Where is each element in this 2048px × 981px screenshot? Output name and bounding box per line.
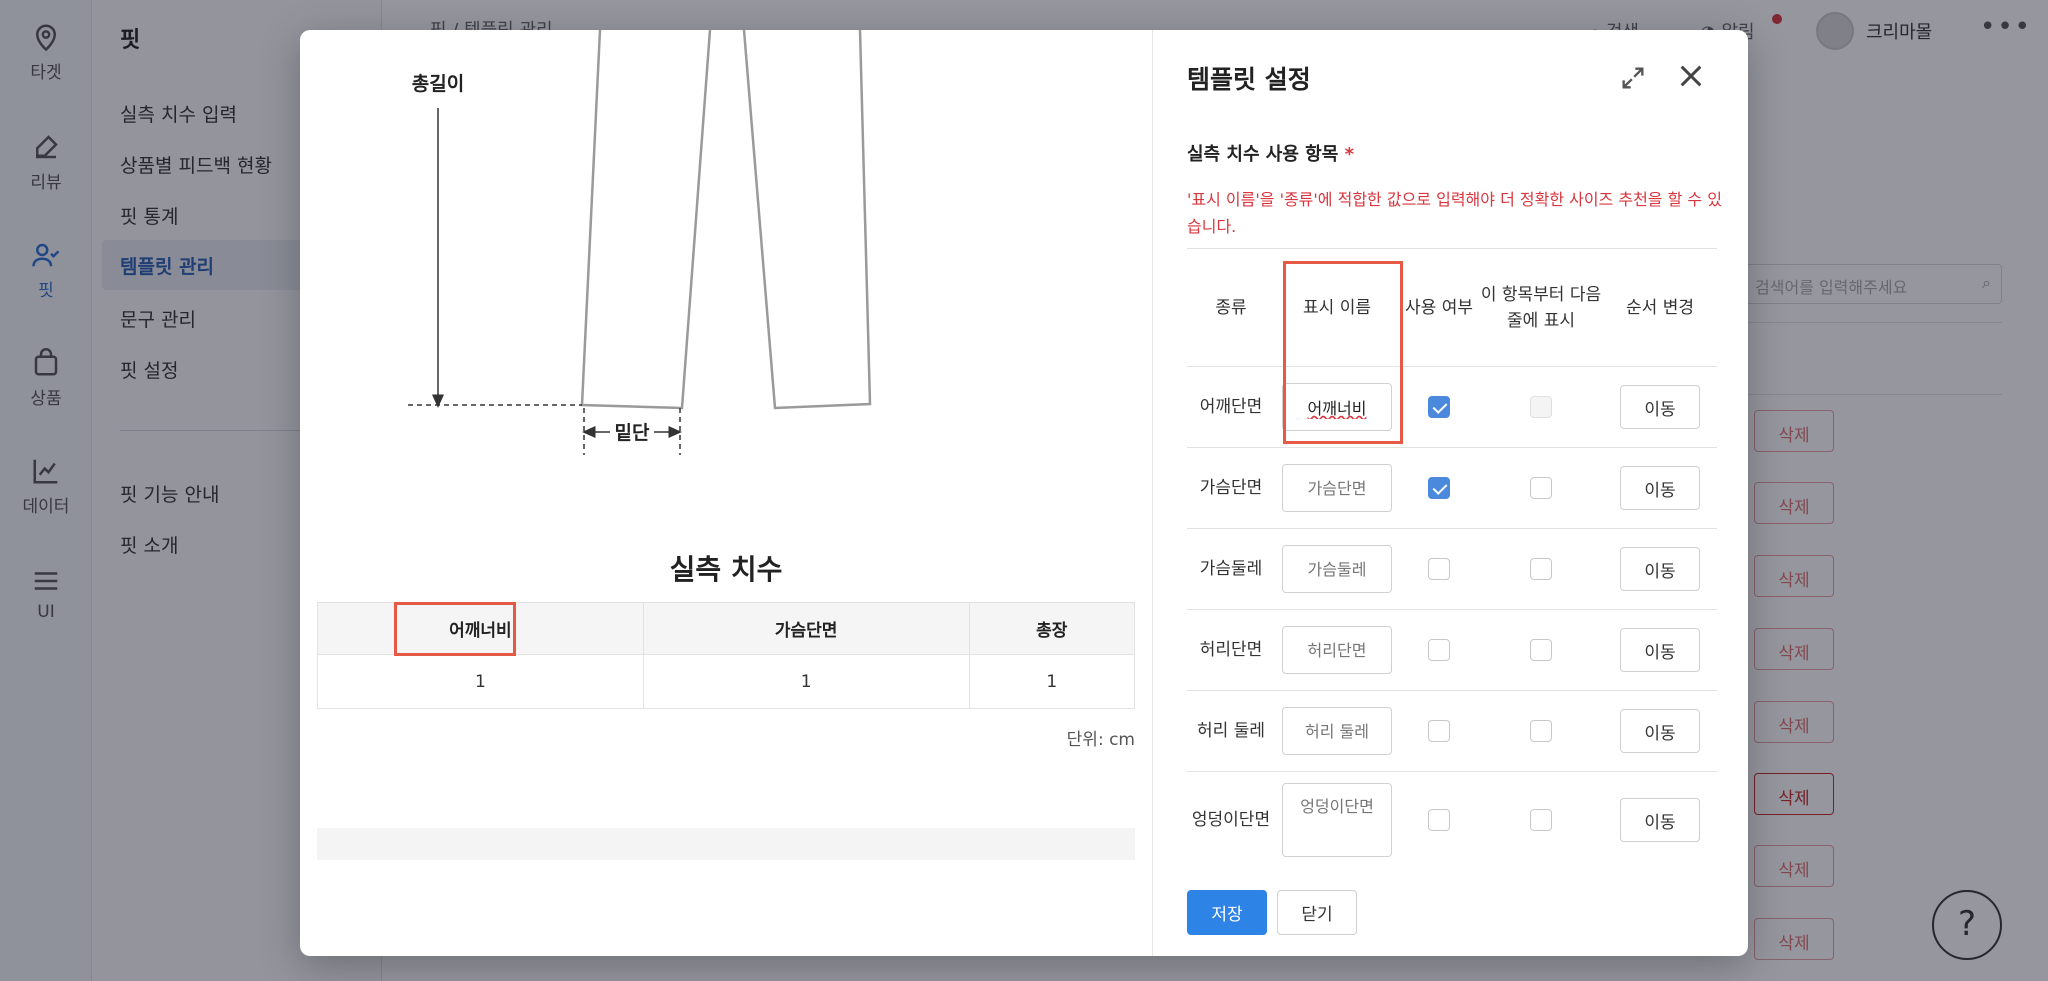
table-row: 1 1 1 [317, 654, 1136, 709]
hint-text: '표시 이름'을 '종류'에 적합한 값으로 입력해야 더 정확한 사이즈 추천… [1187, 190, 1722, 236]
pants-outline [580, 30, 872, 410]
move-button[interactable]: 이동 [1620, 547, 1700, 591]
size-value: 1 [642, 654, 970, 709]
col-header-display-name: 표시 이름 [1275, 248, 1399, 367]
col-header-type: 종류 [1187, 248, 1275, 367]
table-row: 가슴단면 이동 [1187, 447, 1717, 529]
use-checkbox[interactable] [1428, 477, 1450, 499]
expand-icon [1622, 67, 1644, 89]
section-label-text: 실측 치수 사용 항목 [1187, 144, 1339, 165]
move-button[interactable]: 이동 [1620, 798, 1700, 843]
line-break-checkbox [1530, 396, 1552, 418]
move-button[interactable]: 이동 [1620, 709, 1700, 753]
col-header-line-break: 이 항목부터 다음 줄에 표시 [1479, 248, 1603, 367]
row-type: 어깨단면 [1187, 366, 1275, 448]
table-row: 엉덩이단면 이동 [1187, 772, 1717, 869]
line-break-checkbox[interactable] [1530, 477, 1552, 499]
size-value: 1 [968, 654, 1136, 709]
line-break-checkbox[interactable] [1530, 809, 1552, 832]
row-type: 엉덩이단면 [1191, 810, 1271, 831]
row-type: 가슴둘레 [1187, 528, 1275, 610]
display-name-input[interactable] [1282, 783, 1392, 858]
pants-measure-diagram: 총길이 밑단 [408, 30, 872, 455]
cancel-button[interactable]: 닫기 [1277, 890, 1357, 935]
use-checkbox[interactable] [1428, 558, 1450, 580]
highlight-box [394, 602, 516, 656]
size-col-header: 어깨너비 [317, 602, 644, 656]
close-button[interactable] [1675, 60, 1707, 92]
template-items-table: 종류 표시 이름 사용 여부 이 항목부터 다음 줄에 표시 순서 변경 어깨단… [1187, 248, 1717, 869]
table-row: 허리 둘레 이동 [1187, 690, 1717, 772]
row-type: 가슴단면 [1187, 447, 1275, 529]
hem-label: 밑단 [615, 422, 650, 444]
line-break-checkbox[interactable] [1530, 720, 1552, 742]
size-value: 1 [317, 654, 644, 709]
preview-footer-bar [317, 828, 1135, 860]
use-checkbox[interactable] [1428, 396, 1450, 418]
size-col-header: 총장 [968, 602, 1136, 655]
move-button[interactable]: 이동 [1620, 385, 1700, 429]
use-checkbox[interactable] [1428, 809, 1450, 832]
move-button[interactable]: 이동 [1620, 466, 1700, 510]
unit-label: 단위: cm [1066, 730, 1135, 750]
row-type: 허리단면 [1187, 609, 1275, 691]
section-label: 실측 치수 사용 항목 * [1187, 140, 1354, 166]
save-button[interactable]: 저장 [1187, 890, 1267, 935]
total-length-label: 총길이 [412, 73, 464, 95]
use-checkbox[interactable] [1428, 720, 1450, 742]
size-table-header: 어깨너비 가슴단면 총장 [317, 602, 1136, 656]
close-icon [1680, 65, 1702, 87]
template-table-header: 종류 표시 이름 사용 여부 이 항목부터 다음 줄에 표시 순서 변경 [1187, 248, 1717, 367]
display-name-input[interactable] [1282, 383, 1392, 431]
display-name-input[interactable] [1282, 545, 1392, 593]
display-name-input[interactable] [1282, 464, 1392, 512]
line-break-checkbox[interactable] [1530, 558, 1552, 580]
line-break-checkbox[interactable] [1530, 639, 1552, 661]
size-table: 어깨너비 가슴단면 총장 1 1 1 [317, 602, 1136, 709]
table-row: 어깨단면 이동 [1187, 366, 1717, 448]
table-row: 허리단면 이동 [1187, 609, 1717, 691]
table-row: 가슴둘레 이동 [1187, 528, 1717, 610]
move-button[interactable]: 이동 [1620, 628, 1700, 672]
size-col-header: 가슴단면 [642, 602, 970, 655]
expand-button[interactable] [1619, 64, 1647, 92]
panel-title: 템플릿 설정 [1187, 65, 1311, 94]
display-name-input[interactable] [1282, 626, 1392, 674]
preview-pane: 총길이 밑단 실측 치수 어깨너비 가슴단면 총장 1 1 1 단위: cm [300, 30, 1152, 956]
display-name-input[interactable] [1282, 707, 1392, 755]
col-header-use: 사용 여부 [1399, 248, 1479, 367]
template-settings-modal: 총길이 밑단 실측 치수 어깨너비 가슴단면 총장 1 1 1 단위: cm 템… [300, 30, 1748, 956]
use-checkbox[interactable] [1428, 639, 1450, 661]
total-length-guide [408, 108, 582, 408]
row-type: 허리 둘레 [1187, 690, 1275, 772]
preview-title: 실측 치수 [669, 553, 783, 586]
col-header-order: 순서 변경 [1603, 248, 1717, 367]
settings-panel: 템플릿 설정 실측 치수 사용 항목 * '표시 이름'을 '종류'에 적합한 … [1153, 30, 1748, 956]
required-mark: * [1344, 144, 1354, 165]
